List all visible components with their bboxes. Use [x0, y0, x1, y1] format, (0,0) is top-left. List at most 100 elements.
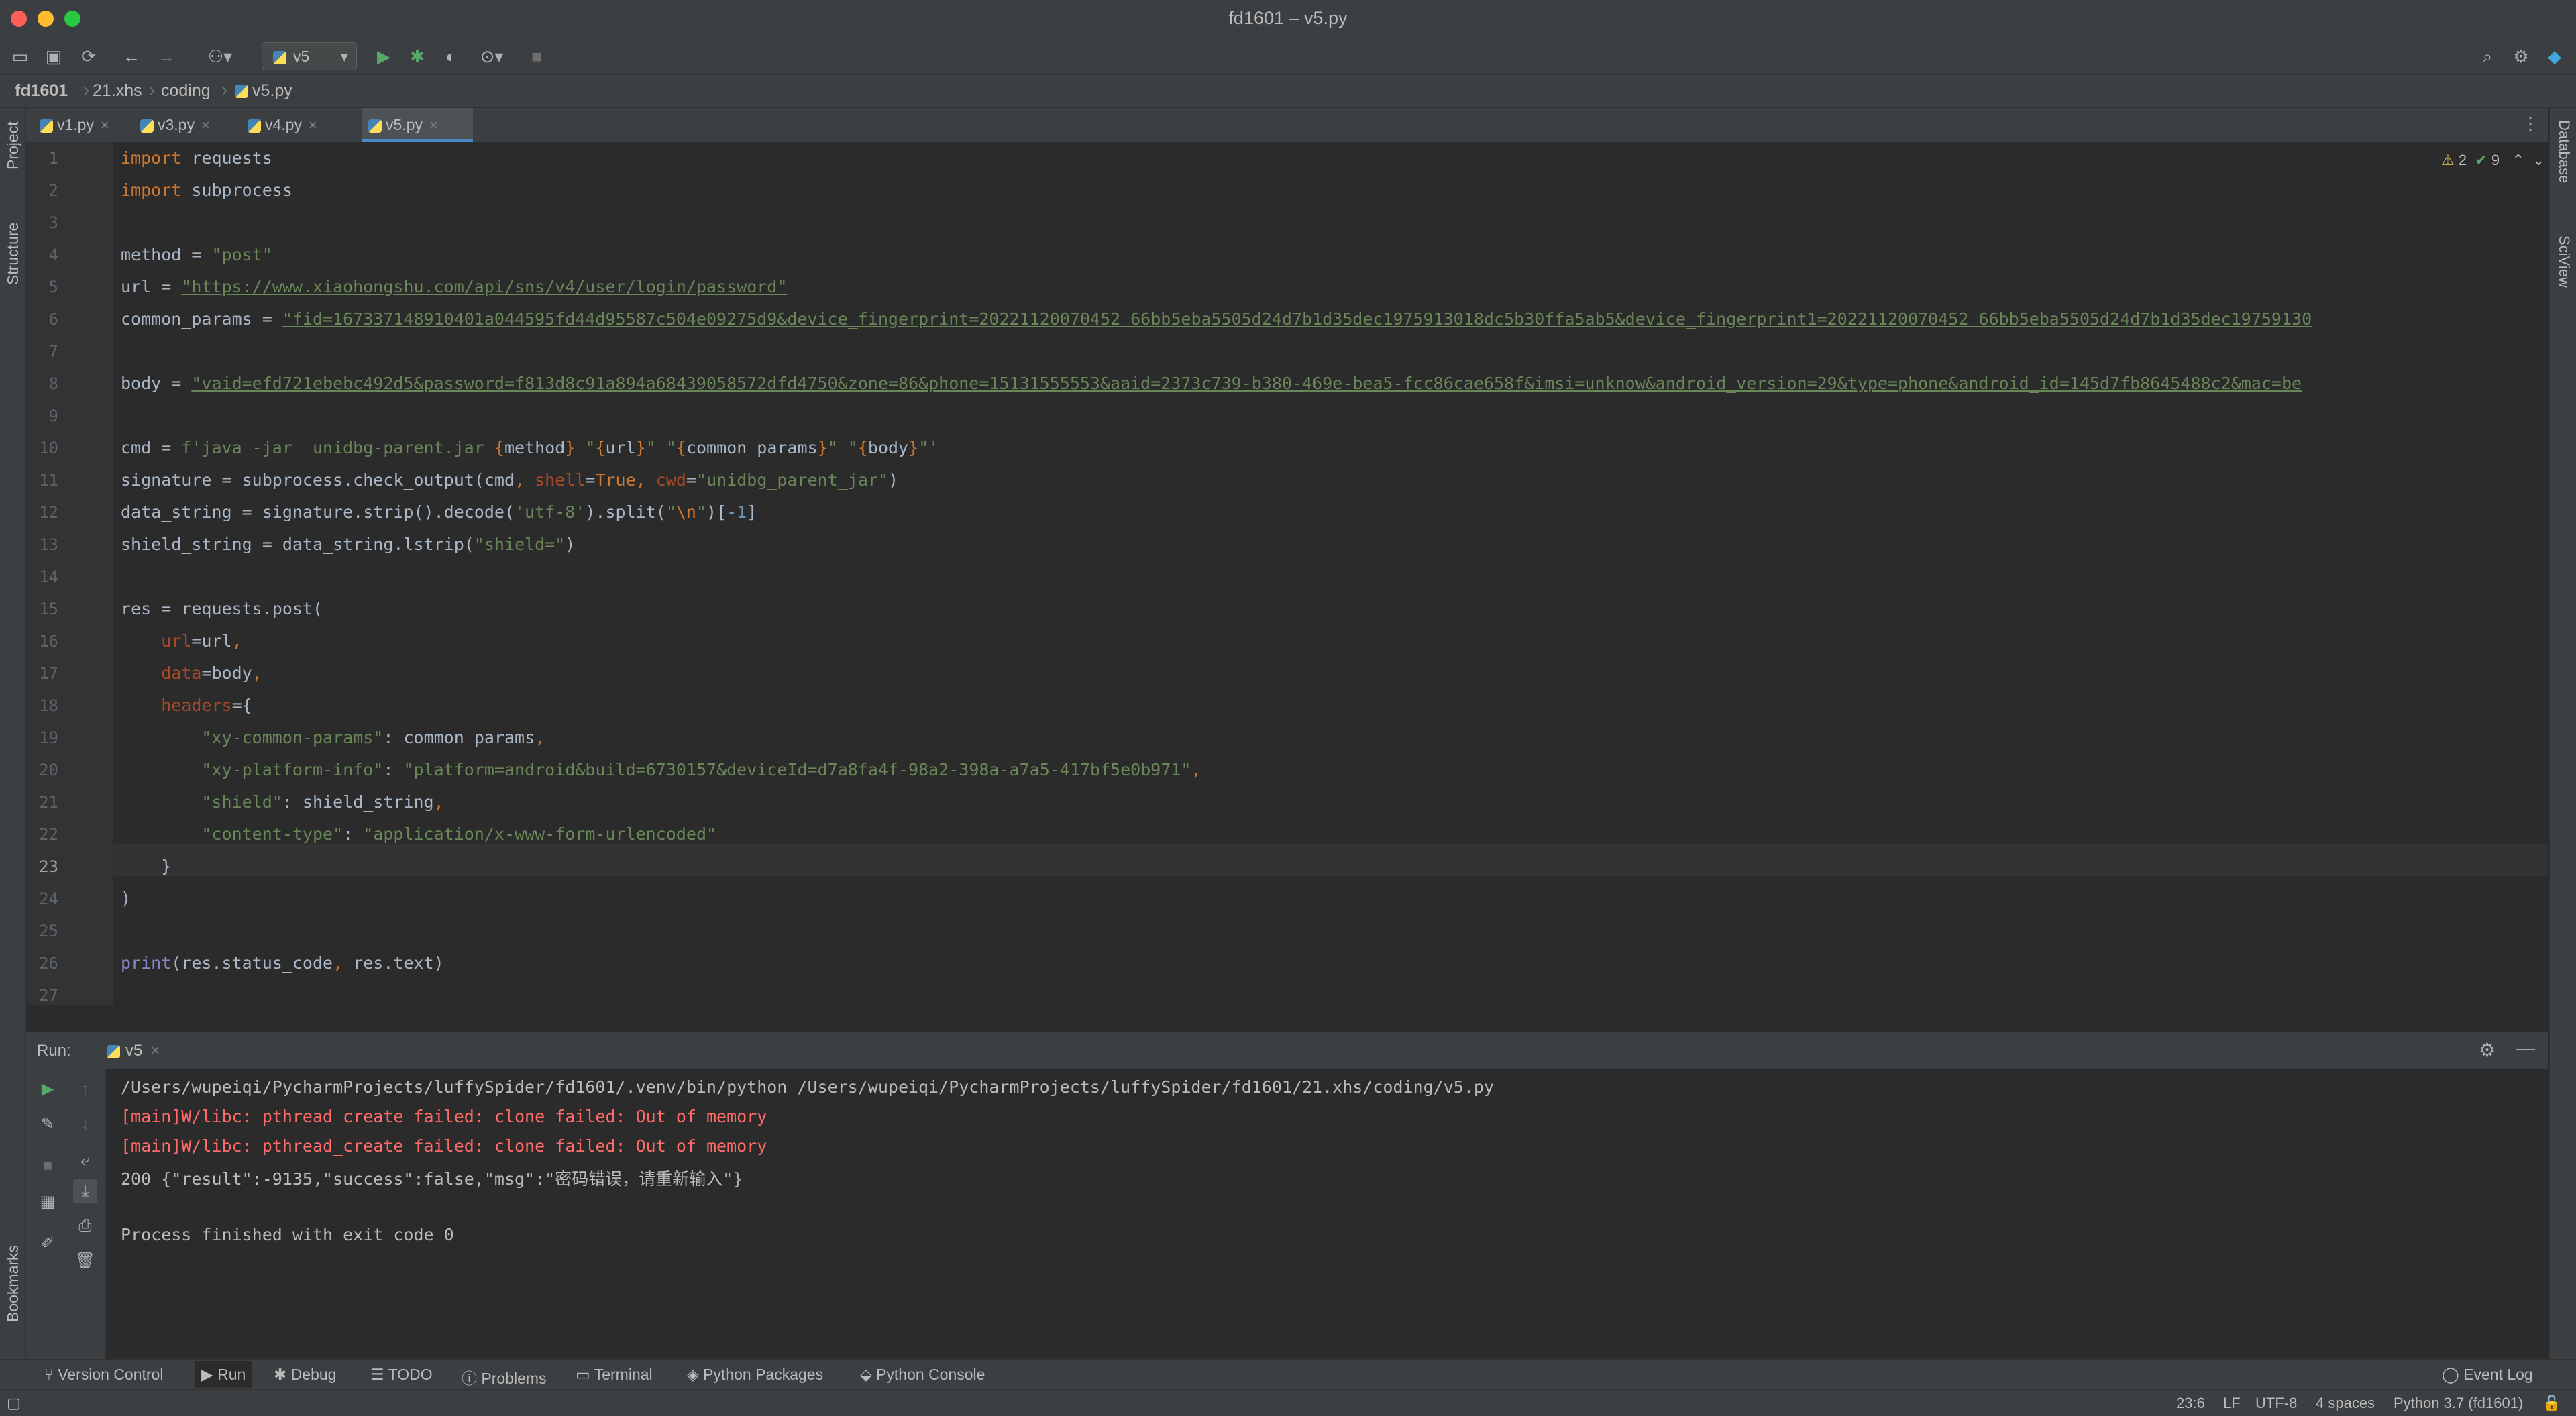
- wrench-icon[interactable]: ✎: [36, 1112, 60, 1136]
- chevron-down-icon[interactable]: ⌄: [2532, 152, 2544, 168]
- arrow-up-icon[interactable]: ↑: [73, 1077, 97, 1101]
- sciview-tool-button[interactable]: SciView: [2555, 235, 2573, 288]
- soft-wrap-icon[interactable]: ⤶: [73, 1148, 97, 1173]
- profile-icon[interactable]: ⊙▾: [474, 45, 510, 68]
- save-icon[interactable]: ▣: [42, 45, 66, 68]
- run-console[interactable]: /Users/wupeiqi/PycharmProjects/luffySpid…: [106, 1069, 2548, 1359]
- tab-v5[interactable]: v5.py ×: [362, 108, 473, 142]
- arrow-down-icon[interactable]: ↓: [73, 1112, 97, 1136]
- settings-gear-icon[interactable]: ⚙: [2479, 1039, 2496, 1061]
- print-icon[interactable]: ⎙: [73, 1214, 97, 1238]
- todo-tool[interactable]: ☰ TODO: [370, 1366, 433, 1384]
- line-number: 15: [39, 600, 58, 618]
- more-tabs-icon[interactable]: ⋮: [2522, 113, 2539, 134]
- back-arrow-icon[interactable]: ←: [119, 45, 144, 68]
- chevron-right-icon: ›: [149, 79, 156, 100]
- run-icon[interactable]: ▶: [372, 45, 396, 68]
- console-line: [main]W/libc: pthread_create failed: clo…: [121, 1136, 767, 1156]
- tab-v4[interactable]: v4.py ×: [248, 108, 362, 142]
- python-packages-tool[interactable]: ◈ Python Packages: [687, 1366, 823, 1384]
- run-tool[interactable]: ▶ Run: [195, 1361, 253, 1388]
- python-console-tool[interactable]: ⬙ Python Console: [860, 1366, 985, 1384]
- branch-icon: ⑂: [44, 1366, 58, 1383]
- event-log-tool[interactable]: ◯ Event Log: [2442, 1366, 2533, 1384]
- chevron-up-icon[interactable]: ⌃: [2512, 152, 2524, 168]
- run-configuration-select[interactable]: v5 ▾: [262, 42, 357, 70]
- version-control-tool[interactable]: ⑂ Version Control: [44, 1366, 163, 1384]
- layout-icon[interactable]: ▦: [36, 1190, 60, 1214]
- python-interpreter[interactable]: Python 3.7 (fd1601): [2394, 1395, 2523, 1412]
- line-number: 24: [39, 889, 58, 908]
- breadcrumb-folder[interactable]: 21.xhs: [93, 81, 142, 101]
- terminal-tool[interactable]: ▭ Terminal: [576, 1366, 653, 1384]
- coverage-icon[interactable]: ◐: [439, 45, 463, 68]
- pin-icon[interactable]: ✐: [36, 1232, 60, 1256]
- code-line: cmd = f'java -jar unidbg-parent.jar {met…: [121, 438, 939, 457]
- breadcrumb-file[interactable]: v5.py: [235, 81, 292, 101]
- inspection-widget[interactable]: ⚠ 2 ✔ 9 ⌃ ⌄: [2441, 152, 2545, 169]
- code-editor[interactable]: 1 2 3 4 5 6 7 8 9 10 11 12 13 14 15 16 17 18 19 20 21 22 23 24 2…: [26, 142, 2548, 1005]
- search-icon[interactable]: ⌕: [2475, 45, 2500, 68]
- line-number: 18: [39, 696, 58, 715]
- tab-v3[interactable]: v3.py ×: [140, 108, 248, 142]
- tab-label: v4.py: [265, 116, 302, 133]
- lock-icon[interactable]: 🔓: [2542, 1395, 2561, 1412]
- close-tab-icon[interactable]: ×: [150, 1042, 160, 1060]
- run-panel-title: Run:: [37, 1042, 71, 1060]
- tab-v1[interactable]: v1.py ×: [40, 108, 140, 142]
- project-tool-button[interactable]: Project: [4, 121, 22, 170]
- code-line: res = requests.post(: [121, 599, 323, 618]
- warning-count: 2: [2458, 152, 2467, 168]
- toggle-panels-icon[interactable]: ▢: [7, 1395, 21, 1412]
- tab-label: v5.py: [386, 116, 423, 133]
- code-line: method = "post": [121, 245, 272, 264]
- run-tab[interactable]: v5 ×: [99, 1038, 168, 1065]
- window-title: fd1601 – v5.py: [1228, 8, 1348, 28]
- file-encoding[interactable]: UTF-8: [2255, 1395, 2297, 1412]
- info-icon: ⓘ: [462, 1370, 482, 1387]
- code-line: "xy-platform-info": "platform=android&bu…: [201, 760, 1201, 779]
- run-icon: ▶: [201, 1366, 218, 1383]
- caret-position[interactable]: 23:6: [2176, 1395, 2205, 1412]
- database-tool-button[interactable]: Database: [2555, 120, 2573, 183]
- vcs-user-icon[interactable]: ⚇▾: [201, 45, 239, 68]
- breadcrumb-project[interactable]: fd1601: [15, 81, 68, 101]
- debug-tool[interactable]: ✱ Debug: [274, 1366, 336, 1384]
- forward-arrow-icon[interactable]: →: [154, 45, 178, 68]
- close-tab-icon[interactable]: ×: [309, 117, 317, 133]
- sync-icon[interactable]: ⟳: [76, 45, 101, 68]
- debug-icon[interactable]: ✱: [405, 45, 429, 68]
- close-tab-icon[interactable]: ×: [429, 117, 438, 133]
- breadcrumb: fd1601 › 21.xhs › coding › v5.py: [0, 75, 2576, 108]
- stop-icon[interactable]: ■: [36, 1154, 60, 1178]
- bookmarks-tool-button[interactable]: Bookmarks: [4, 1245, 22, 1322]
- line-separator[interactable]: LF: [2223, 1395, 2241, 1412]
- line-number: 12: [39, 503, 58, 522]
- console-line: 200 {"result":-9135,"success":false,"msg…: [121, 1169, 743, 1189]
- indent-setting[interactable]: 4 spaces: [2316, 1395, 2375, 1412]
- trash-icon[interactable]: 🗑: [73, 1249, 97, 1273]
- tool-label: Python Packages: [703, 1366, 824, 1383]
- python-icon: ⬙: [860, 1366, 877, 1383]
- jetbrains-icon[interactable]: ◆: [2542, 45, 2567, 68]
- open-folder-icon[interactable]: ▭: [8, 45, 32, 68]
- code-line: }: [121, 857, 172, 876]
- settings-gear-icon[interactable]: ⚙: [2509, 45, 2533, 68]
- line-number: 1: [48, 149, 58, 168]
- problems-tool[interactable]: ⓘ Problems: [462, 1366, 547, 1388]
- breadcrumb-file-label: v5.py: [252, 81, 292, 100]
- line-number: 17: [39, 664, 58, 683]
- scroll-to-end-icon[interactable]: ⤓: [73, 1179, 97, 1203]
- close-tab-icon[interactable]: ×: [201, 117, 210, 133]
- run-config-label: v5: [293, 48, 310, 65]
- line-number: 27: [39, 986, 58, 1005]
- hide-panel-icon[interactable]: —: [2516, 1038, 2535, 1059]
- line-number: 14: [39, 567, 58, 586]
- breadcrumb-folder[interactable]: coding: [161, 81, 211, 101]
- stop-icon[interactable]: ■: [525, 45, 549, 68]
- check-icon: ✔: [2475, 152, 2487, 168]
- close-tab-icon[interactable]: ×: [101, 117, 109, 133]
- tool-label: Python Console: [876, 1366, 985, 1383]
- rerun-icon[interactable]: ▶: [36, 1077, 60, 1101]
- structure-tool-button[interactable]: Structure: [4, 223, 22, 285]
